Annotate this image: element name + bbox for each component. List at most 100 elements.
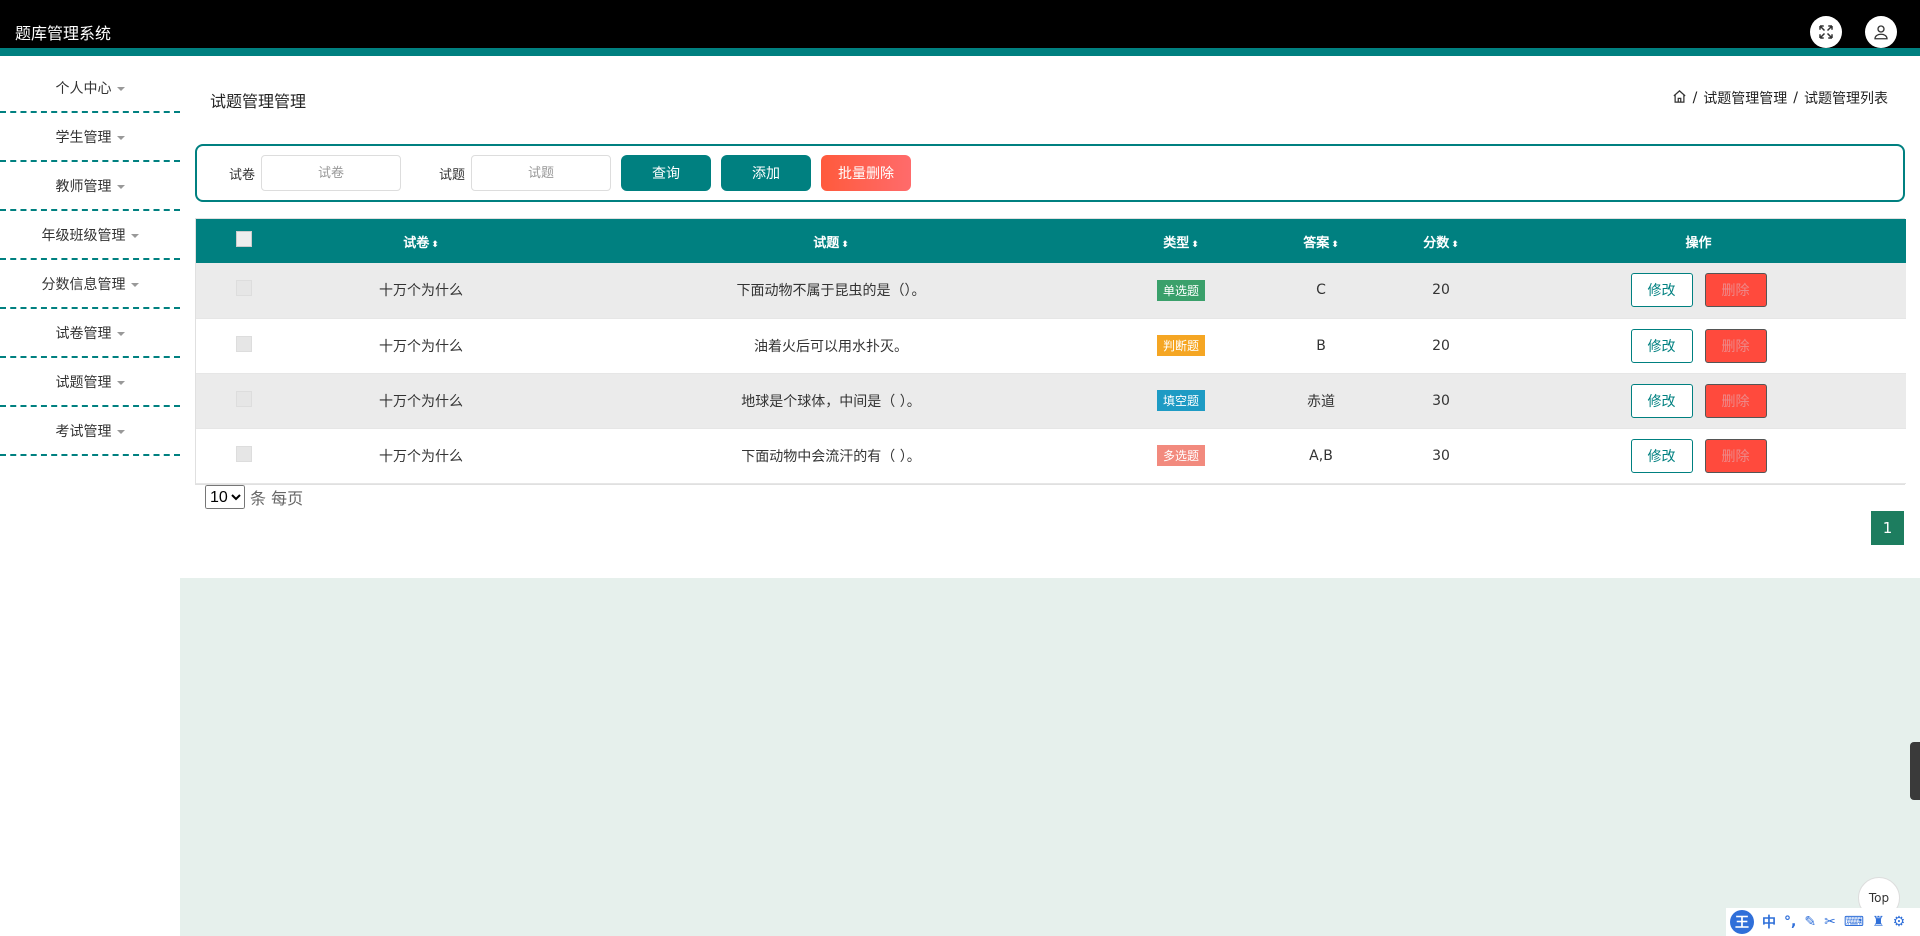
cell-answer: 赤道 [1251,373,1391,429]
sidebar-item-student[interactable]: 学生管理 [0,113,180,162]
caret-down-icon [116,184,125,189]
sidebar-item-question[interactable]: 试题管理 [0,358,180,407]
table-row: 十万个为什么 地球是个球体，中间是（ ）。 填空题 赤道 30 修改 删除 [196,373,1906,429]
select-all-checkbox[interactable] [235,231,252,247]
caret-down-icon [116,86,125,91]
cell-answer: C [1251,263,1391,319]
cell-paper: 十万个为什么 [291,428,551,484]
sidebar-item-teacher[interactable]: 教师管理 [0,162,180,211]
cell-paper: 十万个为什么 [291,373,551,429]
app-title: 题库管理系统 [15,24,112,43]
cell-score: 20 [1391,263,1491,319]
breadcrumb-item-current: 试题管理列表 [1804,91,1888,107]
page-number-current[interactable]: 1 [1871,511,1904,545]
caret-down-icon [116,429,125,434]
header-answer[interactable]: 答案 ⬍ [1251,219,1391,263]
edit-button[interactable]: 修改 [1630,438,1693,473]
settings-gear-icon[interactable]: ⚙ [1893,914,1906,930]
delete-button[interactable]: 删除 [1704,273,1767,308]
home-icon[interactable] [1672,89,1687,108]
cell-score: 30 [1391,373,1491,429]
top-bar: 题库管理系统 [0,0,1920,56]
sidebar-item-label: 考试管理 [55,423,112,440]
ime-mode-toggle[interactable]: 中 [1762,912,1776,932]
ime-logo-icon[interactable]: 王 [1730,910,1754,934]
row-checkbox[interactable] [235,390,252,407]
fullscreen-icon[interactable] [1810,16,1842,48]
table-row: 十万个为什么 下面动物中会流汗的有（ ）。 多选题 A,B 30 修改 删除 [196,428,1906,484]
header-action: 操作 [1491,219,1906,263]
header-score[interactable]: 分数 ⬍ [1391,219,1491,263]
header-type[interactable]: 类型 ⬍ [1111,219,1251,263]
page-size-control: 10 20 50 条 每页 [205,485,303,509]
sidebar-item-label: 学生管理 [55,129,112,146]
row-checkbox[interactable] [235,280,252,297]
page-size-select[interactable]: 10 20 50 [205,485,245,509]
cell-paper: 十万个为什么 [291,263,551,319]
breadcrumb: / 试题管理管理 / 试题管理列表 [1672,88,1888,108]
sort-icon: ⬍ [841,239,849,250]
content-footer-area [180,578,1920,936]
caret-down-icon [130,233,139,238]
cell-question: 下面动物中会流汗的有（ ）。 [551,428,1111,484]
sort-icon: ⬍ [1331,239,1339,250]
edit-button[interactable]: 修改 [1630,328,1693,363]
user-icon[interactable] [1865,16,1897,48]
query-button[interactable]: 查询 [621,155,712,191]
table-header-row: 试卷 ⬍ 试题 ⬍ 类型 ⬍ 答案 ⬍ 分数 ⬍ 操作 [196,219,1906,263]
sidebar-item-label: 年级班级管理 [41,227,126,244]
add-button[interactable]: 添加 [721,155,812,191]
sort-icon: ⬍ [1451,239,1459,250]
sidebar-item-paper[interactable]: 试卷管理 [0,309,180,358]
skin-shirt-icon[interactable]: ♜ [1872,914,1885,930]
type-badge: 单选题 [1156,279,1205,301]
sidebar-item-label: 个人中心 [55,80,112,97]
question-table: 试卷 ⬍ 试题 ⬍ 类型 ⬍ 答案 ⬍ 分数 ⬍ 操作 十万个为什么 下面动物不属于昆虫的… [195,218,1906,485]
caret-down-icon [116,135,125,140]
keyboard-icon[interactable]: ⌨ [1844,914,1864,930]
row-checkbox[interactable] [235,445,252,462]
breadcrumb-item[interactable]: 试题管理管理 [1703,88,1787,108]
pen-icon[interactable]: ✎ [1804,914,1816,930]
sidebar: 个人中心 学生管理 教师管理 年级班级管理 分数信息管理 试卷管理 试题管理 考… [0,64,180,456]
sidebar-item-label: 教师管理 [55,178,112,195]
scissors-icon[interactable]: ✂ [1824,914,1836,930]
edit-button[interactable]: 修改 [1630,273,1693,308]
paper-search-input[interactable] [261,155,402,191]
edit-button[interactable]: 修改 [1630,383,1693,418]
cell-score: 30 [1391,428,1491,484]
batch-delete-button[interactable]: 批量删除 [821,155,912,191]
ime-punctuation-toggle[interactable]: °, [1784,914,1796,930]
cell-question: 油着火后可以用水扑灭。 [551,318,1111,374]
type-badge: 多选题 [1156,445,1205,466]
header-question[interactable]: 试题 ⬍ [551,219,1111,263]
sidebar-item-grade-class[interactable]: 年级班级管理 [0,211,180,260]
type-badge: 判断题 [1156,335,1205,356]
sidebar-item-personal-center[interactable]: 个人中心 [0,64,180,113]
cell-question: 下面动物不属于昆虫的是（）。 [551,263,1111,319]
sort-icon: ⬍ [1191,239,1199,250]
caret-down-icon [116,331,125,336]
per-page-text: 条 每页 [250,489,304,508]
header-paper[interactable]: 试卷 ⬍ [291,219,551,263]
cell-question: 地球是个球体，中间是（ ）。 [551,373,1111,429]
cell-answer: A,B [1251,428,1391,484]
question-search-input[interactable] [471,155,612,191]
search-panel: 试卷 试题 查询 添加 批量删除 [195,144,1905,202]
sort-icon: ⬍ [431,239,439,250]
cell-answer: B [1251,318,1391,374]
type-badge: 填空题 [1156,390,1205,411]
row-checkbox[interactable] [235,335,252,352]
table-row: 十万个为什么 下面动物不属于昆虫的是（）。 单选题 C 20 修改 删除 [196,263,1906,319]
cell-score: 20 [1391,318,1491,374]
side-drawer-handle[interactable] [1910,742,1920,800]
table-row: 十万个为什么 油着火后可以用水扑灭。 判断题 B 20 修改 删除 [196,318,1906,374]
sidebar-item-score-info[interactable]: 分数信息管理 [0,260,180,309]
sidebar-item-exam[interactable]: 考试管理 [0,407,180,456]
ime-toolbar: 王 中 °, ✎ ✂ ⌨ ♜ ⚙ [1726,908,1920,936]
delete-button[interactable]: 删除 [1704,438,1767,473]
delete-button[interactable]: 删除 [1704,383,1767,418]
delete-button[interactable]: 删除 [1704,328,1767,363]
question-label: 试题 [439,167,466,183]
page-title: 试题管理管理 [210,92,307,111]
